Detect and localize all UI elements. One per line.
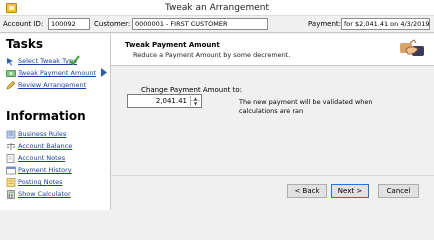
checkmark-icon (69, 55, 80, 68)
payment-field: for $2,041.41 on 4/3/2019 (341, 18, 430, 30)
window-title: Tweak an Arrangement (165, 3, 269, 13)
info-payment-history[interactable]: Payment History (6, 165, 72, 175)
info-label: Payment History (18, 166, 72, 174)
next-button[interactable]: Next > (331, 184, 369, 198)
step-title: Tweak Payment Amount (125, 41, 220, 49)
task-review-arrangement[interactable]: Review Arrangement (6, 80, 86, 90)
payment-amount-value: 2,041.41 (155, 97, 187, 105)
task-label: Review Arrangement (18, 81, 87, 89)
info-label: Posting Notes (18, 178, 63, 186)
button-divider (111, 175, 434, 176)
info-account-notes[interactable]: Account Notes (6, 153, 65, 163)
cancel-button[interactable]: Cancel (378, 184, 419, 198)
info-business-rules[interactable]: Business Rules (6, 129, 66, 139)
account-id-field: 100092 (48, 18, 90, 30)
back-button[interactable]: < Back (287, 184, 327, 198)
task-select-tweak-type[interactable]: Select Tweak Type (6, 55, 80, 68)
history-icon (6, 166, 16, 175)
rules-icon (6, 130, 16, 139)
info-account-balance[interactable]: Account Balance (6, 141, 72, 151)
main-panel: Tweak Payment Amount Reduce a Payment Am… (111, 34, 434, 210)
information-heading: Information (6, 109, 86, 123)
posting-icon (6, 177, 16, 187)
step-header: Tweak Payment Amount Reduce a Payment Am… (111, 34, 434, 66)
info-label: Account Balance (18, 142, 73, 150)
step-subtitle: Reduce a Payment Amount by some decremen… (133, 51, 291, 59)
pencil-icon (6, 80, 16, 90)
info-label: Account Notes (18, 154, 66, 162)
money-icon (6, 69, 16, 78)
customer-field: 0000001 - FIRST CUSTOMER (132, 18, 268, 30)
info-show-calculator[interactable]: Show Calculator (6, 189, 71, 199)
account-id-label: Account ID: (3, 20, 44, 28)
handshake-icon (398, 37, 426, 63)
arrow-select-icon (6, 57, 16, 66)
task-tweak-payment-amount[interactable]: Tweak Payment Amount (6, 68, 107, 78)
balance-icon (6, 142, 16, 151)
amount-label: Change Payment Amount to: (141, 86, 243, 94)
amount-spinner[interactable]: ▲ ▼ (190, 96, 200, 106)
info-label: Show Calculator (18, 190, 71, 198)
account-info-bar: Account ID: 100092 Customer: 0000001 - F… (0, 16, 434, 33)
tasks-heading: Tasks (6, 37, 44, 51)
notes-icon (6, 153, 16, 163)
payment-label: Payment: (308, 20, 342, 28)
payment-amount-input[interactable]: 2,041.41 ▲ ▼ (127, 94, 202, 108)
title-bar: Tweak an Arrangement (0, 0, 434, 16)
calculator-icon (6, 189, 16, 199)
info-label: Business Rules (18, 130, 67, 138)
customer-label: Customer: (94, 20, 131, 28)
task-label: Tweak Payment Amount (18, 69, 97, 77)
spin-down-icon[interactable]: ▼ (191, 101, 200, 106)
sidebar: Tasks Select Tweak Type Tweak Payment Am… (0, 34, 111, 210)
info-posting-notes[interactable]: Posting Notes (6, 177, 63, 187)
validation-note: The new payment will be validated when c… (239, 98, 373, 115)
current-step-arrow-icon (101, 68, 107, 79)
